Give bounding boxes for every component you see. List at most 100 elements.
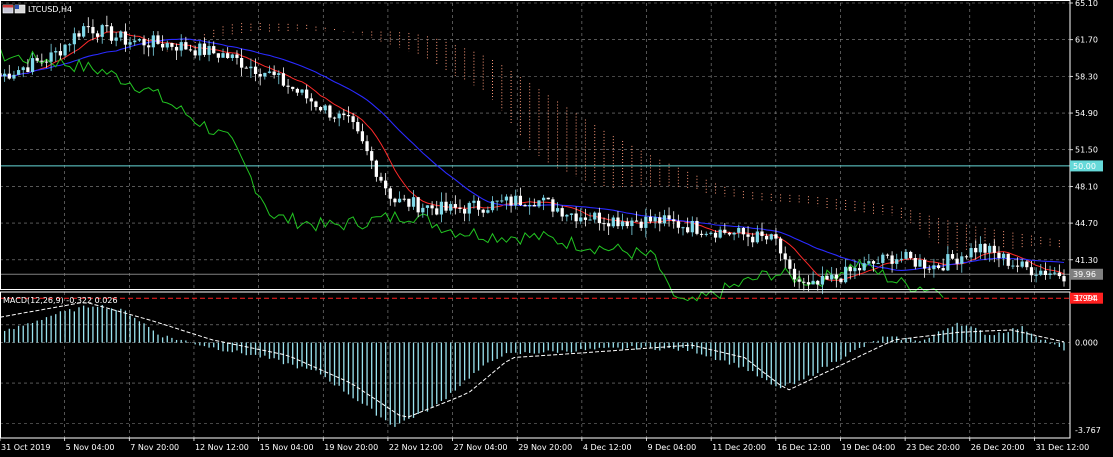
candle-body <box>244 67 248 69</box>
candle-body <box>676 221 680 228</box>
candle-body <box>374 160 378 177</box>
candle-body <box>876 262 880 264</box>
candle-body <box>119 31 123 38</box>
candle-body <box>509 196 513 206</box>
candle-body <box>844 266 848 283</box>
candle-body <box>212 46 216 54</box>
candle-body <box>342 113 346 116</box>
candle-body <box>932 265 936 270</box>
candle-body <box>453 204 457 208</box>
x-tick-label: 7 Nov 20:00 <box>130 443 179 452</box>
candle-body <box>467 202 471 214</box>
candle-body <box>1034 274 1038 276</box>
candle-body <box>834 274 838 279</box>
candle-body <box>332 117 337 119</box>
chart-flag-icon-stripe <box>3 5 13 8</box>
x-tick-label: 9 Dec 04:00 <box>648 443 697 452</box>
candle-body <box>718 229 722 238</box>
candle-body <box>407 198 411 207</box>
candle-body <box>741 227 746 235</box>
candle-body <box>588 219 592 221</box>
candle-body <box>806 282 811 285</box>
candle-body <box>528 204 532 207</box>
candle-body <box>830 274 834 280</box>
candle-body <box>639 221 643 228</box>
candle-body <box>881 254 885 263</box>
candle-body <box>699 233 704 235</box>
horizontal-levels <box>0 165 1070 299</box>
candle-body <box>337 113 341 119</box>
macd-y-tick-label: 0.000 <box>1075 339 1098 348</box>
candle-body <box>63 44 67 56</box>
candle-body <box>305 89 309 99</box>
candle-body <box>769 234 773 240</box>
candle-body <box>792 268 797 280</box>
candle-body <box>974 248 978 253</box>
candle-body <box>328 105 332 118</box>
candle-body <box>802 281 806 283</box>
candle-body <box>258 74 262 77</box>
candle-body <box>1006 253 1010 266</box>
candle-body <box>960 256 964 264</box>
candle-body <box>174 46 179 51</box>
chart-svg[interactable]: 50.0039.9637.7465.1061.7058.3054.9051.50… <box>0 0 1113 457</box>
trading-chart-window[interactable]: 50.00 39.96 37.74 65.10 61.70 58.30 54.90 51.50… <box>0 0 1113 457</box>
x-tick-label: 15 Nov 04:00 <box>260 443 314 452</box>
candle-body <box>193 50 197 56</box>
candle-body <box>565 214 569 217</box>
candle-body <box>1043 270 1048 275</box>
candle-body <box>713 232 718 238</box>
candle-body <box>732 232 736 235</box>
y-tick-label: 51.50 <box>1075 146 1098 155</box>
macd-y-tick-label: 1.994 <box>1075 294 1098 303</box>
macd-panel <box>0 302 1065 427</box>
candle-body <box>393 198 397 203</box>
candle-body <box>309 98 313 102</box>
candle-body <box>476 200 481 210</box>
candle-body <box>978 243 982 253</box>
candle-body <box>207 46 211 55</box>
candle-body <box>727 232 732 235</box>
candle-body <box>21 67 25 71</box>
x-tick-label: 16 Dec 12:00 <box>777 443 831 452</box>
candle-body <box>95 33 100 37</box>
candle-body <box>1020 261 1024 267</box>
candle-body <box>579 217 583 222</box>
candle-body <box>439 201 444 215</box>
candle-body <box>263 72 267 77</box>
x-tick-label: 22 Nov 12:00 <box>389 443 443 452</box>
candle-body <box>161 43 165 48</box>
candle-body <box>867 261 871 264</box>
candle-body <box>179 42 183 51</box>
candle-body <box>281 73 286 86</box>
candle-body <box>170 43 174 47</box>
macd-panel-frame <box>0 291 1071 439</box>
candle-body <box>783 253 787 260</box>
candle-body <box>667 215 671 220</box>
candle-body <box>634 220 639 222</box>
candle-body <box>495 200 499 202</box>
candle-body <box>239 57 244 68</box>
candle-body <box>314 101 318 108</box>
candle-body <box>458 207 462 209</box>
candle-body <box>490 201 495 211</box>
candle-body <box>221 53 225 58</box>
candle-body <box>1039 270 1043 275</box>
candle-body <box>1025 261 1029 268</box>
x-tick-label: 27 Nov 04:00 <box>454 443 508 452</box>
candle-body <box>16 70 21 75</box>
title-area: LTCUSD,H4 <box>2 4 72 14</box>
candle-body <box>481 209 485 213</box>
x-tick-label: 19 Nov 20:00 <box>324 443 378 452</box>
candle-body <box>35 58 39 61</box>
macd-signal-line <box>0 302 1065 418</box>
candle-body <box>885 254 890 256</box>
y-tick-label: 58.30 <box>1075 72 1098 81</box>
candle-body <box>541 197 546 201</box>
candle-body <box>593 212 597 220</box>
candle-body <box>899 258 903 260</box>
candle-body <box>188 49 193 51</box>
candle-body <box>551 199 555 212</box>
candle-body <box>648 216 653 222</box>
candle-body <box>295 88 299 93</box>
